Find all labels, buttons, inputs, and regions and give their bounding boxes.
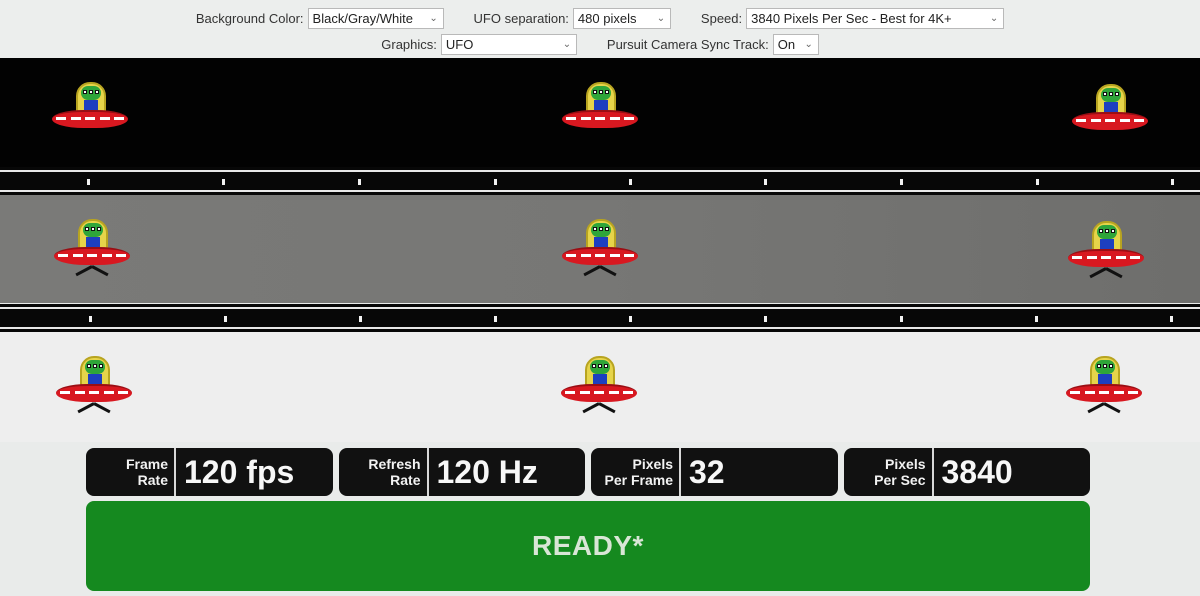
graphics-label: Graphics:: [381, 36, 437, 52]
speed-value: 3840 Pixels Per Sec - Best for 4K+: [751, 10, 952, 26]
ufo-separation-label: UFO separation:: [473, 10, 569, 26]
ufo-icon: [562, 82, 638, 148]
ufo-icon: [1068, 221, 1144, 287]
chevron-down-icon: ⌄: [429, 12, 438, 24]
pixels-per-sec-value: 3840: [941, 453, 1013, 490]
ufo-separation-select[interactable]: 480 pixels ⌄: [572, 7, 671, 29]
ufo-lane-black: [0, 58, 1200, 167]
ufo-lane-gray: [0, 195, 1200, 303]
chevron-down-icon: ⌄: [989, 12, 999, 24]
controls-panel: Background Color: Black/Gray/White ⌄ UFO…: [0, 0, 1200, 58]
pixels-per-frame-label: Pixels Per Frame: [604, 456, 673, 488]
ufo-separation-value: 480 pixels: [577, 10, 637, 26]
refresh-rate-box: Refresh Rate 120 Hz: [338, 448, 585, 496]
pursuit-sync-select[interactable]: On ⌄: [772, 33, 819, 55]
ufo-icon: [1072, 84, 1148, 150]
pixels-per-frame-value: 32: [689, 453, 725, 490]
ufo-icon: [1066, 356, 1142, 422]
speed-label: Speed:: [700, 10, 743, 26]
graphics-value: UFO: [445, 36, 474, 52]
chevron-down-icon: ⌄: [562, 38, 572, 50]
speed-select[interactable]: 3840 Pixels Per Sec - Best for 4K+ ⌄: [746, 7, 1005, 29]
ufo-icon: [562, 219, 638, 285]
pursuit-sync-track: [0, 304, 1200, 332]
ufo-icon: [561, 356, 637, 422]
controls-row-1: Background Color: Black/Gray/White ⌄ UFO…: [0, 6, 1200, 30]
background-color-select[interactable]: Black/Gray/White ⌄: [307, 7, 444, 29]
refresh-rate-label: Refresh Rate: [368, 456, 421, 488]
pixels-per-sec-label: Pixels Per Sec: [874, 456, 926, 488]
pursuit-sync-label: Pursuit Camera Sync Track:: [606, 36, 769, 52]
chevron-down-icon: ⌄: [804, 38, 813, 50]
frame-rate-label: Frame Rate: [125, 456, 168, 488]
ufo-icon: [54, 219, 130, 285]
controls-row-2: Graphics: UFO ⌄ Pursuit Camera Sync Trac…: [0, 32, 1200, 56]
pursuit-sync-value: On: [777, 36, 796, 52]
chevron-down-icon: ⌄: [656, 12, 666, 24]
status-text: READY*: [532, 530, 644, 561]
ufo-icon: [52, 82, 128, 148]
pixels-per-sec-box: Pixels Per Sec 3840: [843, 448, 1090, 496]
refresh-rate-value: 120 Hz: [436, 453, 538, 490]
background-color-value: Black/Gray/White: [312, 10, 413, 26]
pixels-per-frame-box: Pixels Per Frame 32: [591, 448, 838, 496]
status-banner: READY*: [86, 501, 1090, 591]
stats-row: Frame Rate 120 fps Refresh Rate 120 Hz P…: [86, 448, 1090, 496]
pursuit-sync-track: [0, 167, 1200, 195]
background-color-label: Background Color:: [195, 10, 304, 26]
frame-rate-box: Frame Rate 120 fps: [86, 448, 333, 496]
graphics-select[interactable]: UFO ⌄: [440, 33, 577, 55]
ufo-icon: [56, 356, 132, 422]
frame-rate-value: 120 fps: [184, 453, 295, 490]
ufo-lane-white: [0, 332, 1200, 442]
